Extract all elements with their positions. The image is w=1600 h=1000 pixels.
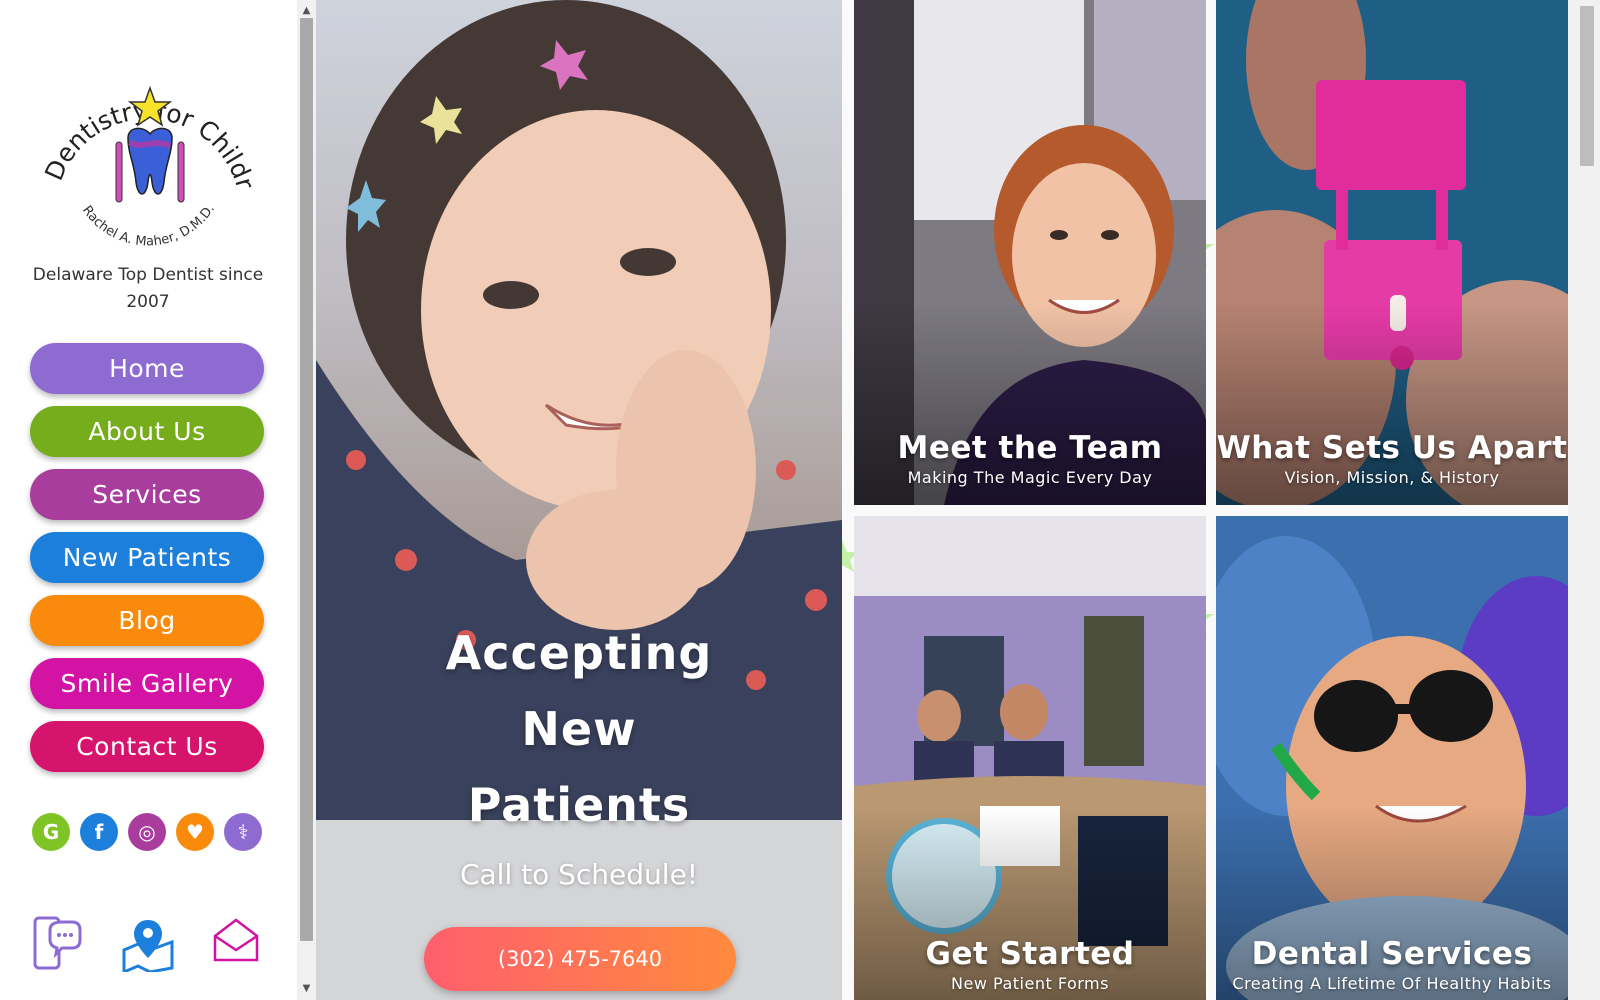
page-scrollbar-thumb[interactable]: [1580, 6, 1594, 166]
tile-what-sets-us-apart-subtitle: Vision, Mission, & History: [1284, 468, 1500, 487]
hero-title-line-1: Accepting: [445, 626, 713, 680]
sidebar: Dentistry for Children Rachel A. Maher, …: [0, 0, 296, 1000]
hero-title: Accepting New Patients: [316, 615, 842, 843]
logo-doctor-name: Rachel A. Maher, D.M.D.: [79, 202, 218, 250]
hero-subtitle: Call to Schedule!: [459, 858, 699, 891]
tagline: Delaware Top Dentist since 2007: [32, 265, 264, 312]
nav-home-button[interactable]: Home: [30, 343, 264, 394]
front-desk-photo: [854, 516, 1206, 1000]
tile-dental-services-subtitle: Creating A Lifetime Of Healthy Habits: [1232, 974, 1552, 993]
tile-get-started-subtitle: New Patient Forms: [951, 974, 1109, 993]
hero-title-line-2: New: [521, 702, 637, 756]
scroll-down-arrow-icon[interactable]: ▼: [297, 980, 316, 997]
map-pin-icon[interactable]: [120, 916, 176, 972]
tile-what-sets-us-apart-title: What Sets Us Apart: [1216, 430, 1568, 466]
sidebar-scrollbar[interactable]: ▲ ▼: [297, 0, 316, 1000]
google-icon[interactable]: G: [32, 813, 70, 851]
facebook-icon[interactable]: f: [80, 813, 118, 851]
dentistry-logo[interactable]: Dentistry for Children Rachel A. Maher, …: [44, 42, 252, 252]
tile-get-started-title: Get Started: [925, 936, 1135, 972]
main-nav: Home About Us Services New Patients Blog…: [30, 343, 264, 784]
tile-meet-the-team-subtitle: Making The Magic Every Day: [907, 468, 1153, 487]
envelope-icon[interactable]: [212, 916, 260, 964]
feature-tiles: Meet the Team Making The Magic Every Day…: [842, 0, 1568, 1000]
nav-blog-button[interactable]: Blog: [30, 595, 264, 646]
nav-services-button[interactable]: Services: [30, 469, 264, 520]
social-links: G f ◎ ♥ ⚕: [32, 813, 262, 851]
sidebar-scrollbar-thumb[interactable]: [300, 18, 313, 941]
tile-what-sets-us-apart[interactable]: What Sets Us Apart Vision, Mission, & Hi…: [1216, 0, 1568, 505]
stethoscope-icon[interactable]: ⚕: [224, 813, 262, 851]
smiling-girl-photo: [316, 0, 842, 1000]
nav-contact-us-button[interactable]: Contact Us: [30, 721, 264, 772]
tile-meet-the-team[interactable]: Meet the Team Making The Magic Every Day: [854, 0, 1206, 505]
phone-chat-icon[interactable]: [32, 916, 82, 972]
tile-meet-the-team-title: Meet the Team: [897, 430, 1163, 466]
call-phone-button[interactable]: (302) 475-7640: [424, 927, 736, 991]
contact-icons: [30, 916, 270, 976]
scroll-up-arrow-icon[interactable]: ▲: [297, 2, 316, 19]
instagram-icon[interactable]: ◎: [128, 813, 166, 851]
nav-about-us-button[interactable]: About Us: [30, 406, 264, 457]
tile-get-started[interactable]: Get Started New Patient Forms: [854, 516, 1206, 1000]
nav-smile-gallery-button[interactable]: Smile Gallery: [30, 658, 264, 709]
hero-title-line-3: Patients: [467, 778, 691, 832]
svg-text:Rachel A. Maher, D.M.D.: Rachel A. Maher, D.M.D.: [79, 202, 218, 250]
hero-banner: Accepting New Patients Call to Schedule!…: [316, 0, 842, 1000]
tile-dental-services-title: Dental Services: [1251, 936, 1533, 972]
heart-review-icon[interactable]: ♥: [176, 813, 214, 851]
tile-dental-services[interactable]: Dental Services Creating A Lifetime Of H…: [1216, 516, 1568, 1000]
tooth-icon: [127, 127, 173, 195]
nav-new-patients-button[interactable]: New Patients: [30, 532, 264, 583]
page-scrollbar[interactable]: [1568, 0, 1600, 1000]
child-in-sunglasses-photo: [1216, 516, 1568, 1000]
